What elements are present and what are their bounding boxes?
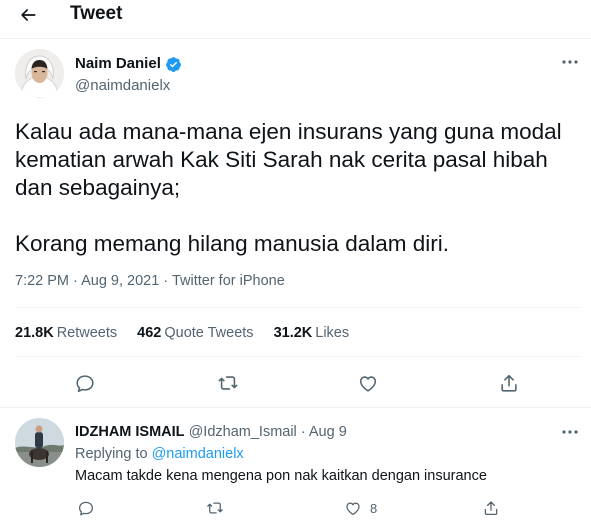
reply-share-button[interactable] bbox=[482, 498, 500, 518]
reply-icon bbox=[78, 501, 94, 516]
retweet-icon bbox=[218, 376, 238, 390]
retweets-count: 21.8K bbox=[15, 325, 54, 341]
likes-stat[interactable]: 31.2K Likes bbox=[274, 324, 350, 342]
author-name[interactable]: Naim Daniel bbox=[75, 55, 161, 73]
back-button[interactable] bbox=[14, 3, 42, 27]
reply-author-handle[interactable]: @Idzham_Ismail bbox=[189, 424, 297, 440]
share-icon bbox=[501, 374, 517, 392]
more-icon bbox=[562, 430, 578, 434]
reply-retweet-button[interactable] bbox=[206, 498, 224, 518]
tweet-text: Kalau ada mana-mana ejen insurans yang g… bbox=[15, 119, 562, 256]
replying-to-link[interactable]: @naimdanielx bbox=[152, 446, 244, 462]
share-button[interactable] bbox=[496, 371, 522, 395]
like-icon bbox=[346, 502, 360, 516]
verified-badge-icon bbox=[165, 56, 182, 73]
reply-date[interactable]: Aug 9 bbox=[309, 424, 347, 440]
divider bbox=[15, 356, 580, 357]
reply-like-count: 8 bbox=[370, 500, 378, 516]
tweet-stats: 21.8K Retweets 462 Quote Tweets 31.2K Likes bbox=[15, 324, 349, 342]
reply-like-button[interactable]: 8 bbox=[344, 498, 377, 518]
reply-reply-button[interactable] bbox=[77, 498, 95, 518]
author-avatar[interactable] bbox=[15, 49, 64, 98]
tweet-meta: 7:22 PM · Aug 9, 2021 · Twitter for iPho… bbox=[15, 272, 285, 290]
reply-more-button[interactable] bbox=[560, 424, 580, 440]
reply-button[interactable] bbox=[72, 371, 98, 395]
tweet-more-button[interactable] bbox=[560, 54, 580, 70]
author-name-row[interactable]: Naim Daniel bbox=[75, 55, 182, 73]
top-bar: Tweet bbox=[0, 0, 591, 34]
reply-author-avatar[interactable] bbox=[15, 418, 64, 467]
retweets-stat[interactable]: 21.8K Retweets bbox=[15, 324, 117, 342]
header-divider bbox=[0, 38, 591, 39]
divider bbox=[0, 407, 591, 408]
tweet-date[interactable]: Aug 9, 2021 bbox=[81, 273, 159, 289]
reply-icon bbox=[76, 375, 94, 393]
reply-header: IDZHAM ISMAIL @Idzham_Ismail · Aug 9 bbox=[75, 423, 347, 441]
retweet-button[interactable] bbox=[215, 371, 241, 395]
like-icon bbox=[359, 376, 377, 392]
divider bbox=[15, 307, 580, 308]
meta-separator: · bbox=[73, 273, 82, 289]
tweet-time[interactable]: 7:22 PM bbox=[15, 273, 69, 289]
likes-label: Likes bbox=[315, 325, 350, 341]
tweet-source[interactable]: Twitter for iPhone bbox=[172, 273, 285, 289]
share-icon bbox=[484, 501, 498, 516]
author-handle[interactable]: @naimdanielx bbox=[75, 77, 170, 95]
replying-prefix: Replying to bbox=[75, 446, 148, 462]
likes-count: 31.2K bbox=[273, 325, 313, 341]
retweets-label: Retweets bbox=[56, 325, 118, 341]
meta-separator: · bbox=[163, 273, 172, 289]
quotes-stat[interactable]: 462 Quote Tweets bbox=[137, 324, 253, 342]
meta-separator: · bbox=[300, 424, 309, 440]
page-title: Tweet bbox=[70, 3, 123, 24]
quotes-count: 462 bbox=[137, 325, 162, 341]
arrow-left-icon bbox=[21, 9, 36, 21]
reply-text: Macam takde kena mengena pon nak kaitkan… bbox=[75, 468, 487, 484]
like-button[interactable] bbox=[355, 371, 381, 395]
more-icon bbox=[562, 60, 578, 64]
replying-to: Replying to @naimdanielx bbox=[75, 445, 244, 463]
quotes-label: Quote Tweets bbox=[164, 325, 254, 341]
retweet-icon bbox=[207, 502, 223, 514]
reply-author-name[interactable]: IDZHAM ISMAIL bbox=[75, 424, 185, 440]
